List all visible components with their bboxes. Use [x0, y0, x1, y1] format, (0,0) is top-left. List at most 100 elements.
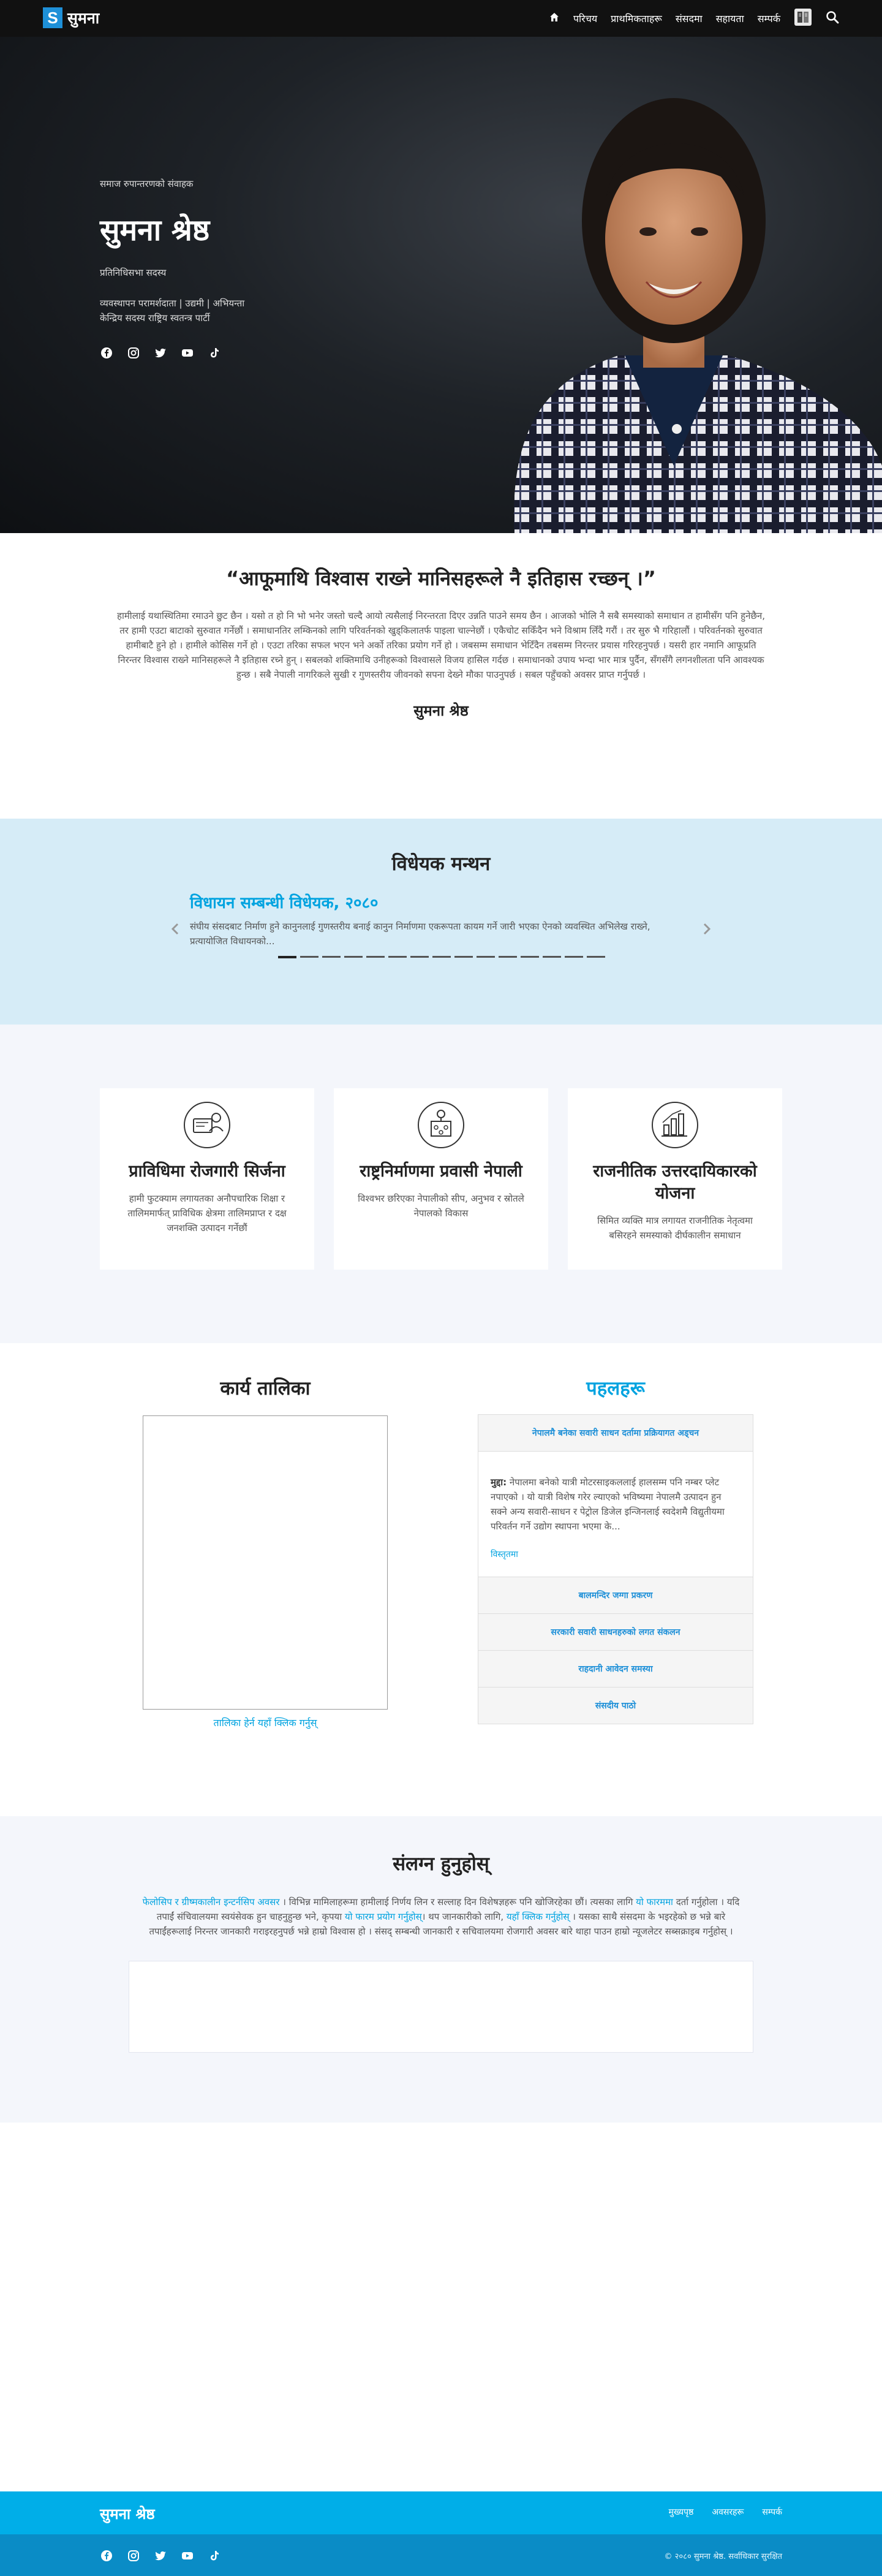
issue-text: नेपालमा बनेको यात्री मोटरसाइकललाई हालसम्… [491, 1477, 725, 1532]
get-involved-section: संलग्न हुनुहोस् फेलोसिप र ग्रीष्मकालीन इ… [0, 1816, 882, 2123]
read-more-link[interactable]: विस्तृतमा [491, 1547, 736, 1562]
issue-label: मुद्दा: [491, 1477, 507, 1488]
bill-description: संघीय संसदबाट निर्माण हुने कानुनलाई गुणस… [190, 921, 650, 947]
instagram-icon[interactable] [127, 2549, 140, 2563]
initiatives-heading: पहलहरू [586, 1377, 645, 1400]
footer-brand[interactable]: सुमना श्रेष्ठ [100, 2504, 155, 2524]
youtube-icon[interactable] [181, 346, 194, 360]
bills-section: विधेयक मन्थन विधायन सम्बन्धी विधेयक, २०८… [0, 819, 882, 1025]
carousel-dot[interactable] [477, 956, 495, 958]
instagram-icon[interactable] [127, 346, 140, 360]
footer-bottom: © २०८० सुमना श्रेष्ठ. सर्वाधिकार सुरक्षि… [0, 2534, 882, 2576]
program-title: प्राविधिमा रोजगारी सिर्जना [129, 1162, 285, 1181]
accordion-item-header[interactable]: सरकारी सवारी साधनहरुको लगत संकलन [478, 1614, 753, 1651]
nav-item-contact[interactable]: सम्पर्क [758, 12, 780, 25]
hero-section: समाज रुपान्तरणको संवाहक सुमना श्रेष्ठ प्… [0, 37, 882, 533]
hero-portrait [514, 98, 882, 533]
carousel-dot[interactable] [410, 956, 429, 958]
accordion-item-header[interactable]: बालमन्दिर जग्गा प्रकरण [478, 1577, 753, 1614]
hero-bio: व्यवस्थापन परामर्शदाता | उद्यमी | अभियन्… [100, 296, 244, 325]
nav-item-parliament[interactable]: संसदमा [676, 12, 703, 25]
calendar-embed[interactable] [143, 1415, 388, 1710]
facebook-icon[interactable] [100, 346, 113, 360]
hero-role: प्रतिनिधिसभा सदस्य [100, 267, 167, 278]
employment-icon [184, 1102, 230, 1148]
nav-item-priorities[interactable]: प्राथमिकताहरू [611, 12, 662, 25]
schedule-section: कार्य तालिका तालिका हेर्न यहाँ क्लिक गर्… [0, 1343, 882, 1816]
initiatives-accordion: नेपालमै बनेका सवारी साधन दर्तामा प्रक्रि… [478, 1414, 753, 1724]
connect-text: । थप जानकारीको लागि, [421, 1911, 507, 1922]
expert-form-link[interactable]: यो फारममा [636, 1896, 673, 1907]
carousel-next-icon[interactable] [702, 923, 712, 939]
carousel-dot[interactable] [344, 956, 363, 958]
bills-heading: विधेयक मन्थन [391, 853, 491, 875]
carousel-dot[interactable] [278, 956, 296, 958]
carousel-dot[interactable] [499, 956, 517, 958]
carousel-dot[interactable] [300, 956, 318, 958]
logo-mark: S [43, 7, 62, 28]
site-logo[interactable]: S सुमना [43, 7, 99, 28]
footer-social-links [100, 2549, 221, 2563]
bill-title[interactable]: विधायन सम्बन्धी विधेयक, २०८० [190, 891, 674, 913]
footer-link-home[interactable]: मुख्यपृष्ठ [668, 2506, 693, 2518]
home-icon[interactable] [549, 12, 560, 25]
carousel-dot[interactable] [432, 956, 451, 958]
tiktok-icon[interactable] [208, 2549, 221, 2563]
carousel-dot[interactable] [388, 956, 407, 958]
carousel-dot[interactable] [521, 956, 539, 958]
program-title: राजनीतिक उत्तरदायिकारको योजना [593, 1162, 757, 1203]
youtube-icon[interactable] [181, 2549, 194, 2563]
footer-links: मुख्यपृष्ठ अवसरहरू सम्पर्क [668, 2506, 782, 2518]
nav-menu: परिचय प्राथमिकताहरू संसदमा सहायता सम्पर्… [549, 0, 839, 37]
facebook-icon[interactable] [100, 2549, 113, 2563]
program-card[interactable]: राजनीतिक उत्तरदायिकारको योजना सिमित व्यक… [568, 1088, 782, 1270]
book-icon[interactable] [794, 8, 812, 29]
program-card[interactable]: राष्ट्रनिर्माणमा प्रवासी नेपाली विश्वभर … [334, 1088, 548, 1270]
schedule-heading: कार्य तालिका [220, 1377, 311, 1400]
accordion-item-header[interactable]: राहदानी आवेदन समस्या [478, 1651, 753, 1688]
footer-link-contact[interactable]: सम्पर्क [762, 2506, 782, 2518]
nav-item-about[interactable]: परिचय [573, 12, 597, 25]
accordion-item-body: मुद्दा: नेपालमा बनेको यात्री मोटरसाइकलला… [478, 1452, 753, 1577]
accordion-item-header[interactable]: संसदीय पाठो [478, 1688, 753, 1724]
twitter-icon[interactable] [154, 346, 167, 360]
footer-copyright: © २०८० सुमना श्रेष्ठ. सर्वाधिकार सुरक्षि… [664, 2552, 782, 2561]
newsletter-embed[interactable] [129, 1961, 753, 2053]
quote-title: “आफूमाथि विश्वास राख्ने मानिसहरूले नै इत… [226, 567, 656, 590]
carousel-dot[interactable] [565, 956, 583, 958]
connect-heading: संलग्न हुनुहोस् [393, 1853, 489, 1875]
top-navbar: S सुमना परिचय प्राथमिकताहरू संसदमा सहायत… [0, 0, 882, 37]
program-title: राष्ट्रनिर्माणमा प्रवासी नेपाली [360, 1162, 522, 1181]
hero-bio-line: व्यवस्थापन परामर्शदाता | उद्यमी | अभियन्… [100, 298, 245, 309]
volunteer-form-link[interactable]: यो फारम प्रयोग गर्नुहोस् [345, 1911, 422, 1922]
hero-kicker: समाज रुपान्तरणको संवाहक [100, 178, 194, 189]
carousel-dot[interactable] [587, 956, 605, 958]
footer-link-opportunities[interactable]: अवसरहरू [712, 2506, 744, 2518]
logo-text: सुमना [67, 9, 100, 27]
twitter-icon[interactable] [154, 2549, 167, 2563]
footer-top: सुमना श्रेष्ठ मुख्यपृष्ठ अवसरहरू सम्पर्क [0, 2491, 882, 2534]
carousel-indicators [278, 956, 605, 958]
more-info-link[interactable]: यहाँ क्लिक गर्नुहोस् [507, 1911, 570, 1922]
carousel-dot[interactable] [543, 956, 561, 958]
search-icon[interactable] [826, 10, 839, 26]
carousel-dot[interactable] [454, 956, 473, 958]
program-description: सिमित व्यक्ति मात्र लगायत राजनीतिक नेतृत… [597, 1215, 753, 1241]
fellowship-link[interactable]: फेलोसिप र ग्रीष्मकालीन इन्टर्नसिप अवसर [143, 1896, 280, 1907]
accordion-item-header[interactable]: नेपालमै बनेका सवारी साधन दर्तामा प्रक्रि… [478, 1415, 753, 1452]
connect-body: फेलोसिप र ग्रीष्मकालीन इन्टर्नसिप अवसर ।… [135, 1895, 747, 1939]
program-card[interactable]: प्राविधिमा रोजगारी सिर्जना हामी फुटक्याम… [100, 1088, 314, 1270]
carousel-dot[interactable] [366, 956, 385, 958]
hero-social-links [100, 346, 244, 360]
program-description: विश्वभर छरिएका नेपालीको सीप, अनुभव र स्र… [358, 1193, 524, 1219]
schedule-link[interactable]: तालिका हेर्न यहाँ क्लिक गर्नुस् [213, 1716, 317, 1729]
carousel-prev-icon[interactable] [170, 923, 180, 939]
carousel-dot[interactable] [322, 956, 341, 958]
schedule-column: कार्य तालिका तालिका हेर्न यहाँ क्लिक गर्… [100, 1375, 431, 1729]
bill-slide[interactable]: विधायन सम्बन्धी विधेयक, २०८० संघीय संसदब… [190, 891, 674, 949]
connect-text: । विभिन्न मामिलाहरूमा हामीलाई निर्णय लिन… [279, 1896, 636, 1907]
quote-section: “आफूमाथि विश्वास राख्ने मानिसहरूले नै इत… [0, 533, 882, 819]
hero-text: समाज रुपान्तरणको संवाहक सुमना श्रेष्ठ प्… [100, 178, 244, 360]
tiktok-icon[interactable] [208, 346, 221, 360]
nav-item-help[interactable]: सहायता [716, 12, 744, 25]
